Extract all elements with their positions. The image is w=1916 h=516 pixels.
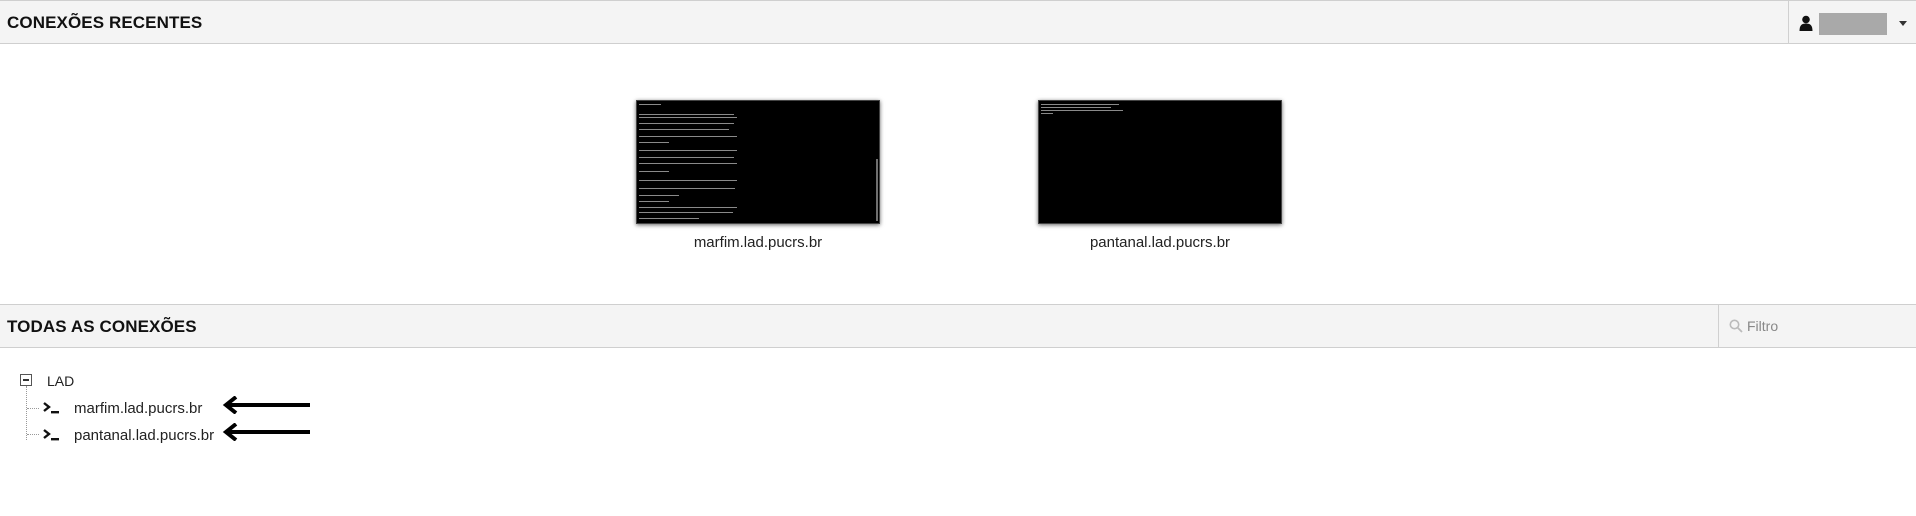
tree-connection-label[interactable]: pantanal.lad.pucrs.br bbox=[74, 427, 214, 444]
recent-connection-label[interactable]: marfim.lad.pucrs.br bbox=[628, 234, 888, 251]
collapse-icon[interactable] bbox=[20, 374, 32, 386]
recent-connection-card[interactable]: pantanal.lad.pucrs.br bbox=[1030, 100, 1290, 251]
tree-connection-label[interactable]: marfim.lad.pucrs.br bbox=[74, 400, 202, 417]
recent-connections-title: CONEXÕES RECENTES bbox=[7, 13, 203, 32]
user-icon bbox=[1799, 15, 1813, 31]
terminal-icon bbox=[43, 429, 59, 441]
user-menu[interactable] bbox=[1788, 1, 1916, 44]
recent-connection-label[interactable]: pantanal.lad.pucrs.br bbox=[1030, 234, 1290, 251]
username bbox=[1819, 13, 1887, 35]
connection-thumbnail[interactable] bbox=[636, 100, 880, 224]
recent-connections-header: CONEXÕES RECENTES bbox=[0, 0, 1916, 44]
connection-thumbnail[interactable] bbox=[1038, 100, 1282, 224]
terminal-icon bbox=[43, 402, 59, 414]
filter-box[interactable] bbox=[1718, 305, 1916, 347]
tree-group-label[interactable]: LAD bbox=[47, 373, 74, 389]
arrow-left-icon bbox=[222, 396, 310, 414]
search-icon bbox=[1729, 319, 1743, 333]
chevron-down-icon bbox=[1899, 21, 1907, 26]
all-connections-title: TODAS AS CONEXÕES bbox=[7, 317, 197, 336]
arrow-left-icon bbox=[222, 423, 310, 441]
filter-input[interactable] bbox=[1747, 315, 1907, 337]
recent-connection-card[interactable]: marfim.lad.pucrs.br bbox=[628, 100, 888, 251]
all-connections-header: TODAS AS CONEXÕES bbox=[0, 304, 1916, 348]
